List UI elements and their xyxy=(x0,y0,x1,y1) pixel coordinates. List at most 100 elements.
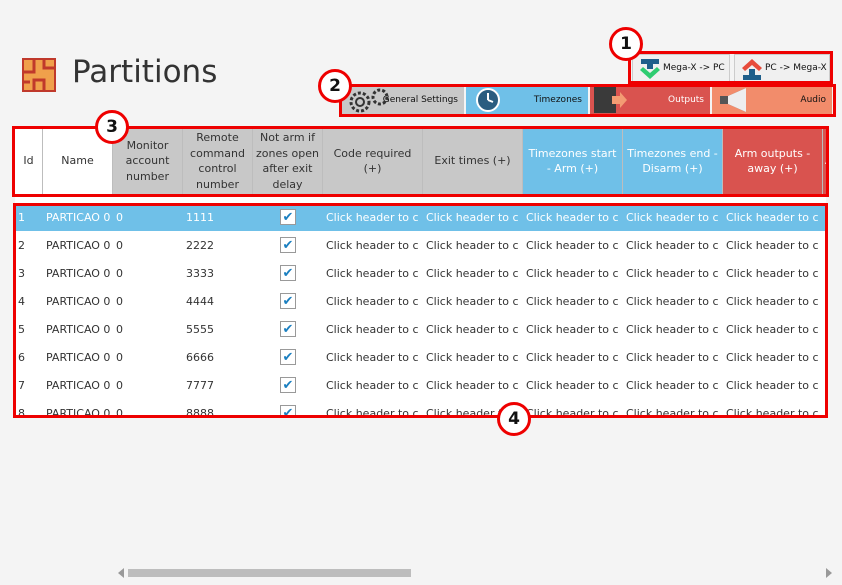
cell-arm-outputs-away[interactable]: Click header to c xyxy=(723,399,823,418)
cell-timezones-start[interactable]: Click header to c xyxy=(523,315,623,343)
cell-timezones-start[interactable]: Click header to c xyxy=(523,343,623,371)
cell-remote-command[interactable]: 2222 xyxy=(183,231,253,259)
cell-id[interactable]: 7 xyxy=(15,371,43,399)
column-header-timezones-end[interactable]: Timezones end - Disarm (+) xyxy=(623,127,723,195)
cell-code-required[interactable]: Click header to c xyxy=(323,315,423,343)
cell-id[interactable]: 2 xyxy=(15,231,43,259)
cell-name[interactable]: PARTICAO 0 xyxy=(43,287,113,315)
cell-name[interactable]: PARTICAO 0 xyxy=(43,203,113,231)
checkbox[interactable]: ✔ xyxy=(280,321,296,337)
upload-to-device-button[interactable]: PC -> Mega-X xyxy=(734,54,830,82)
cell-name[interactable]: PARTICAO 0 xyxy=(43,231,113,259)
checkbox[interactable]: ✔ xyxy=(280,209,296,225)
cell-remote-command[interactable]: 7777 xyxy=(183,371,253,399)
cell-arm-outputs-away[interactable]: Click header to c xyxy=(723,343,823,371)
cell-arm-outputs-partial[interactable]: Cli xyxy=(823,259,826,287)
checkbox[interactable]: ✔ xyxy=(280,377,296,393)
cell-arm-outputs-partial[interactable]: Cli xyxy=(823,399,826,417)
column-header-arm-outputs-partial[interactable]: Ar xyxy=(823,127,826,195)
cell-arm-outputs-away[interactable]: Click header to c xyxy=(723,371,823,399)
cell-timezones-end[interactable]: Click header to c xyxy=(623,343,723,371)
checkbox[interactable]: ✔ xyxy=(280,349,296,365)
cell-arm-outputs-away[interactable]: Click header to c xyxy=(723,315,823,343)
cell-exit-times[interactable]: Click header to c xyxy=(423,231,523,259)
tab-outputs[interactable]: Outputs xyxy=(590,86,710,114)
column-header-id[interactable]: Id xyxy=(15,127,43,195)
cell-monitor-account[interactable]: 0 xyxy=(113,203,183,231)
tab-general-settings[interactable]: General Settings xyxy=(342,86,464,114)
table-row[interactable]: 7 PARTICAO 0 0 7777 ✔ Click header to c Click … xyxy=(15,371,826,399)
cell-arm-outputs-partial[interactable]: Cli xyxy=(823,315,826,343)
table-row[interactable]: 3 PARTICAO 0 0 3333 ✔ Click header to c Click … xyxy=(15,259,826,287)
cell-name[interactable]: PARTICAO 0 xyxy=(43,399,113,418)
cell-id[interactable]: 4 xyxy=(15,287,43,315)
column-header-not-arm[interactable]: Not arm if zones open after exit delay xyxy=(253,127,323,195)
cell-code-required[interactable]: Click header to c xyxy=(323,343,423,371)
cell-code-required[interactable]: Click header to c xyxy=(323,371,423,399)
cell-code-required[interactable]: Click header to c xyxy=(323,399,423,418)
checkbox[interactable]: ✔ xyxy=(280,265,296,281)
cell-remote-command[interactable]: 6666 xyxy=(183,343,253,371)
cell-timezones-start[interactable]: Click header to c xyxy=(523,287,623,315)
cell-exit-times[interactable]: Click header to c xyxy=(423,343,523,371)
cell-timezones-start[interactable]: Click header to c xyxy=(523,231,623,259)
cell-timezones-start[interactable]: Click header to c xyxy=(523,399,623,418)
cell-timezones-start[interactable]: Click header to c xyxy=(523,371,623,399)
cell-monitor-account[interactable]: 0 xyxy=(113,399,183,418)
cell-monitor-account[interactable]: 0 xyxy=(113,371,183,399)
cell-id[interactable]: 5 xyxy=(15,315,43,343)
cell-name[interactable]: PARTICAO 0 xyxy=(43,315,113,343)
cell-remote-command[interactable]: 5555 xyxy=(183,315,253,343)
cell-arm-outputs-partial[interactable]: Cli xyxy=(823,343,826,371)
column-header-timezones-start[interactable]: Timezones start - Arm (+) xyxy=(523,127,623,195)
cell-arm-outputs-away[interactable]: Click header to c xyxy=(723,259,823,287)
cell-timezones-end[interactable]: Click header to c xyxy=(623,287,723,315)
checkbox[interactable]: ✔ xyxy=(280,405,296,417)
cell-timezones-end[interactable]: Click header to c xyxy=(623,371,723,399)
cell-timezones-start[interactable]: Click header to c xyxy=(523,259,623,287)
column-header-arm-outputs-away[interactable]: Arm outputs - away (+) xyxy=(723,127,823,195)
download-from-device-button[interactable]: Mega-X -> PC xyxy=(632,54,730,82)
column-header-remote-command[interactable]: Remote command control number xyxy=(183,127,253,195)
cell-code-required[interactable]: Click header to c xyxy=(323,259,423,287)
cell-name[interactable]: PARTICAO 0 xyxy=(43,371,113,399)
tab-audio[interactable]: Audio xyxy=(712,86,832,114)
cell-exit-times[interactable]: Click header to c xyxy=(423,203,523,231)
table-row[interactable]: 2 PARTICAO 0 0 2222 ✔ Click header to c Click … xyxy=(15,231,826,259)
table-row[interactable]: 4 PARTICAO 0 0 4444 ✔ Click header to c Click … xyxy=(15,287,826,315)
cell-exit-times[interactable]: Click header to c xyxy=(423,259,523,287)
cell-id[interactable]: 6 xyxy=(15,343,43,371)
cell-remote-command[interactable]: 8888 xyxy=(183,399,253,418)
cell-remote-command[interactable]: 1111 xyxy=(183,203,253,231)
scrollbar-thumb[interactable] xyxy=(128,569,411,577)
cell-remote-command[interactable]: 3333 xyxy=(183,259,253,287)
table-row[interactable]: 6 PARTICAO 0 0 6666 ✔ Click header to c Click … xyxy=(15,343,826,371)
cell-code-required[interactable]: Click header to c xyxy=(323,203,423,231)
cell-exit-times[interactable]: Click header to c xyxy=(423,315,523,343)
cell-id[interactable]: 3 xyxy=(15,259,43,287)
cell-monitor-account[interactable]: 0 xyxy=(113,343,183,371)
table-row[interactable]: 1 PARTICAO 0 0 1111 ✔ Click header to c Click … xyxy=(15,203,826,231)
cell-remote-command[interactable]: 4444 xyxy=(183,287,253,315)
scroll-left-icon[interactable] xyxy=(118,568,124,578)
cell-code-required[interactable]: Click header to c xyxy=(323,231,423,259)
cell-timezones-end[interactable]: Click header to c xyxy=(623,203,723,231)
cell-id[interactable]: 8 xyxy=(15,399,43,418)
cell-name[interactable]: PARTICAO 0 xyxy=(43,343,113,371)
cell-exit-times[interactable]: Click header to c xyxy=(423,287,523,315)
cell-name[interactable]: PARTICAO 0 xyxy=(43,259,113,287)
cell-monitor-account[interactable]: 0 xyxy=(113,231,183,259)
table-row[interactable]: 5 PARTICAO 0 0 5555 ✔ Click header to c Click … xyxy=(15,315,826,343)
cell-arm-outputs-partial[interactable]: Cli xyxy=(823,203,826,231)
cell-timezones-end[interactable]: Click header to c xyxy=(623,259,723,287)
tab-timezones[interactable]: Timezones xyxy=(466,86,588,114)
cell-arm-outputs-partial[interactable]: Cli xyxy=(823,371,826,399)
cell-monitor-account[interactable]: 0 xyxy=(113,287,183,315)
column-header-exit-times[interactable]: Exit times (+) xyxy=(423,127,523,195)
cell-timezones-end[interactable]: Click header to c xyxy=(623,399,723,418)
cell-timezones-end[interactable]: Click header to c xyxy=(623,315,723,343)
cell-arm-outputs-partial[interactable]: Cli xyxy=(823,231,826,259)
cell-monitor-account[interactable]: 0 xyxy=(113,259,183,287)
cell-exit-times[interactable]: Click header to c xyxy=(423,371,523,399)
table-row[interactable]: 8 PARTICAO 0 0 8888 ✔ Click header to c Click … xyxy=(15,399,826,417)
